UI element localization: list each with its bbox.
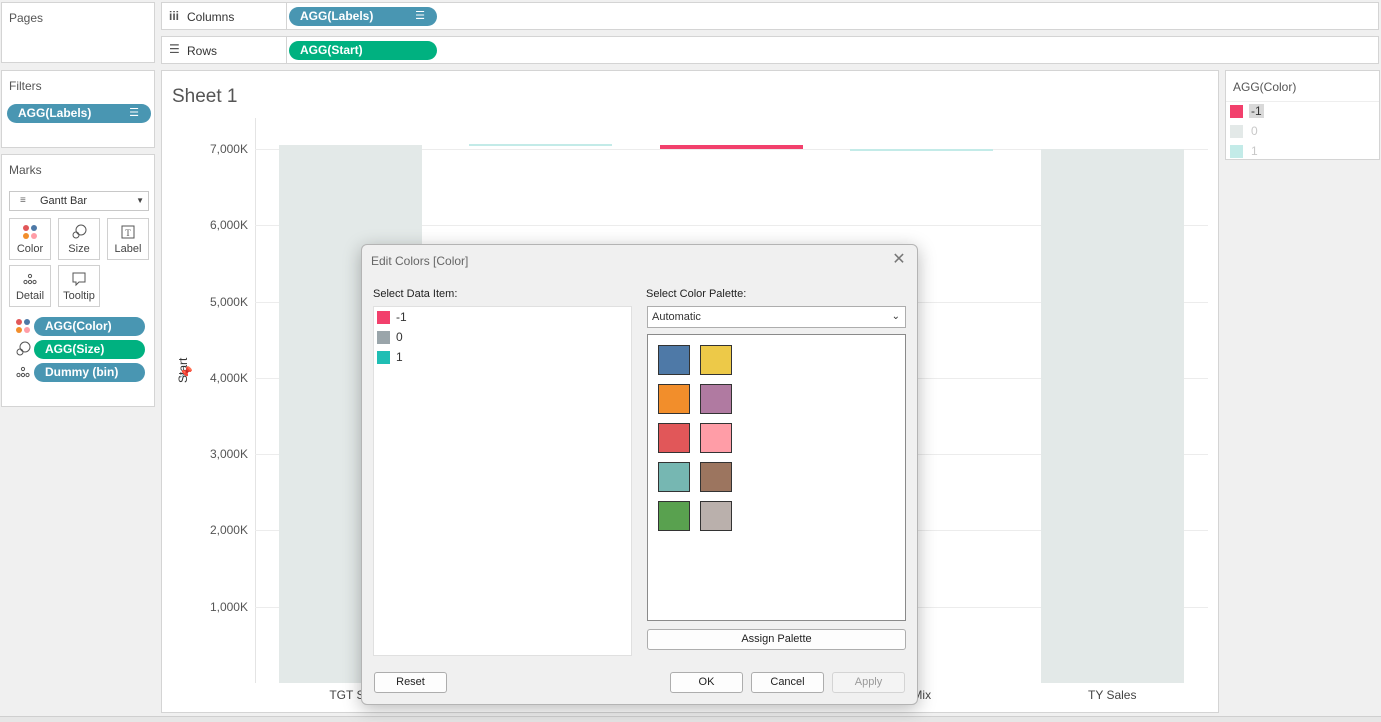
color-legend[interactable]: AGG(Color) -1 0 1 <box>1225 70 1380 160</box>
size-icon <box>15 341 31 360</box>
select-data-item-label: Select Data Item: <box>373 288 458 300</box>
data-item-swatch <box>377 331 390 344</box>
data-item-list[interactable]: -1 0 1 <box>373 306 632 656</box>
palette-swatch[interactable] <box>700 462 732 492</box>
shelf-divider <box>286 3 287 29</box>
gantt-icon: ≡ <box>20 195 26 206</box>
ok-button[interactable]: OK <box>670 672 743 693</box>
marks-color-label: Color <box>16 243 44 255</box>
pages-title: Pages <box>9 11 44 25</box>
columns-pill-agg-labels[interactable]: AGG(Labels) ☰ <box>289 7 437 26</box>
pill-label: AGG(Start) <box>300 43 363 57</box>
mark-type-dropdown[interactable]: ≡ Gantt Bar ▼ <box>9 191 149 211</box>
palette-select-value: Automatic <box>652 311 701 323</box>
palette-swatch[interactable] <box>658 501 690 531</box>
size-icon <box>59 224 99 240</box>
close-icon[interactable]: ✕ <box>889 250 909 270</box>
label-t-icon: T <box>108 224 148 240</box>
tooltip-icon <box>59 271 99 287</box>
mark-type-value: Gantt Bar <box>40 195 88 207</box>
data-item-swatch <box>377 311 390 324</box>
filter-pill-agg-labels[interactable]: AGG(Labels) ☰ <box>7 104 151 123</box>
marks-tooltip-button[interactable]: Tooltip <box>58 265 100 307</box>
pill-label: AGG(Labels) <box>18 106 92 120</box>
legend-item-label: 0 <box>1251 124 1258 138</box>
rows-pill-agg-start[interactable]: AGG(Start) <box>289 41 437 60</box>
legend-swatch <box>1230 145 1243 158</box>
color-dots-icon <box>10 224 50 240</box>
legend-swatch <box>1230 105 1243 118</box>
pill-label: AGG(Labels) <box>300 9 374 23</box>
palette-swatch[interactable] <box>700 423 732 453</box>
filters-title: Filters <box>9 79 42 93</box>
columns-icon: iii <box>169 9 180 23</box>
pill-label: AGG(Size) <box>45 342 105 356</box>
marks-label-label: Label <box>114 243 142 255</box>
dialog-title: Edit Colors [Color] <box>371 254 469 268</box>
palette-swatch[interactable] <box>658 462 690 492</box>
palette-swatch[interactable] <box>658 345 690 375</box>
chevron-down-icon: ⌄ <box>891 311 900 322</box>
legend-item-label: -1 <box>1249 104 1264 118</box>
marks-field-dummy-bin[interactable]: Dummy (bin) <box>34 363 145 382</box>
palette-select[interactable]: Automatic ⌄ <box>647 306 906 328</box>
edit-colors-dialog[interactable]: Edit Colors [Color] ✕ Select Data Item: … <box>361 244 918 705</box>
data-item-label: -1 <box>396 310 407 324</box>
legend-swatch <box>1230 125 1243 138</box>
chevron-down-icon: ▼ <box>136 196 144 205</box>
marks-title: Marks <box>9 163 42 177</box>
marks-size-button[interactable]: Size <box>58 218 100 260</box>
rows-shelf[interactable]: ☰ Rows AGG(Start) <box>161 36 1379 64</box>
detail-dots-icon <box>10 271 50 287</box>
palette-swatch[interactable] <box>700 384 732 414</box>
sort-icon: ☰ <box>415 10 425 22</box>
marks-field-agg-color[interactable]: AGG(Color) <box>34 317 145 336</box>
columns-shelf[interactable]: iii Columns AGG(Labels) ☰ <box>161 2 1379 30</box>
pill-label: AGG(Color) <box>45 319 112 333</box>
select-color-palette-label: Select Color Palette: <box>646 288 747 300</box>
marks-tooltip-label: Tooltip <box>63 290 95 302</box>
palette-swatch[interactable] <box>700 345 732 375</box>
color-dots-icon <box>15 318 31 337</box>
filters-card[interactable]: Filters AGG(Labels) ☰ <box>1 70 155 148</box>
svg-text:T: T <box>125 228 131 238</box>
assign-palette-button[interactable]: Assign Palette <box>647 629 906 650</box>
marks-detail-button[interactable]: Detail <box>9 265 51 307</box>
reset-button[interactable]: Reset <box>374 672 447 693</box>
palette-swatch[interactable] <box>658 423 690 453</box>
sheet-tab-strip <box>0 716 1381 722</box>
marks-detail-label: Detail <box>15 290 45 302</box>
palette-swatch-grid[interactable] <box>647 334 906 621</box>
pages-card[interactable]: Pages <box>1 2 155 63</box>
palette-swatch[interactable] <box>700 501 732 531</box>
data-item-label: 1 <box>396 350 403 364</box>
marks-label-button[interactable]: T Label <box>107 218 149 260</box>
palette-swatch[interactable] <box>658 384 690 414</box>
marks-field-agg-size[interactable]: AGG(Size) <box>34 340 145 359</box>
sort-icon: ☰ <box>129 107 139 119</box>
pill-label: Dummy (bin) <box>45 365 119 379</box>
detail-dots-icon <box>15 364 31 383</box>
data-item-label: 0 <box>396 330 403 344</box>
marks-color-button[interactable]: Color <box>9 218 51 260</box>
legend-title: AGG(Color) <box>1233 80 1297 94</box>
data-item-swatch <box>377 351 390 364</box>
legend-divider <box>1226 101 1379 102</box>
columns-label: Columns <box>187 10 235 24</box>
rows-label: Rows <box>187 44 218 58</box>
marks-card[interactable]: Marks ≡ Gantt Bar ▼ Color Size T Label D… <box>1 154 155 407</box>
cancel-button[interactable]: Cancel <box>751 672 824 693</box>
rows-icon: ☰ <box>169 42 180 56</box>
shelf-divider <box>286 37 287 63</box>
apply-button: Apply <box>832 672 905 693</box>
legend-item-label: 1 <box>1251 144 1258 158</box>
sheet-title: Sheet 1 <box>172 86 238 107</box>
marks-size-label: Size <box>68 243 90 255</box>
